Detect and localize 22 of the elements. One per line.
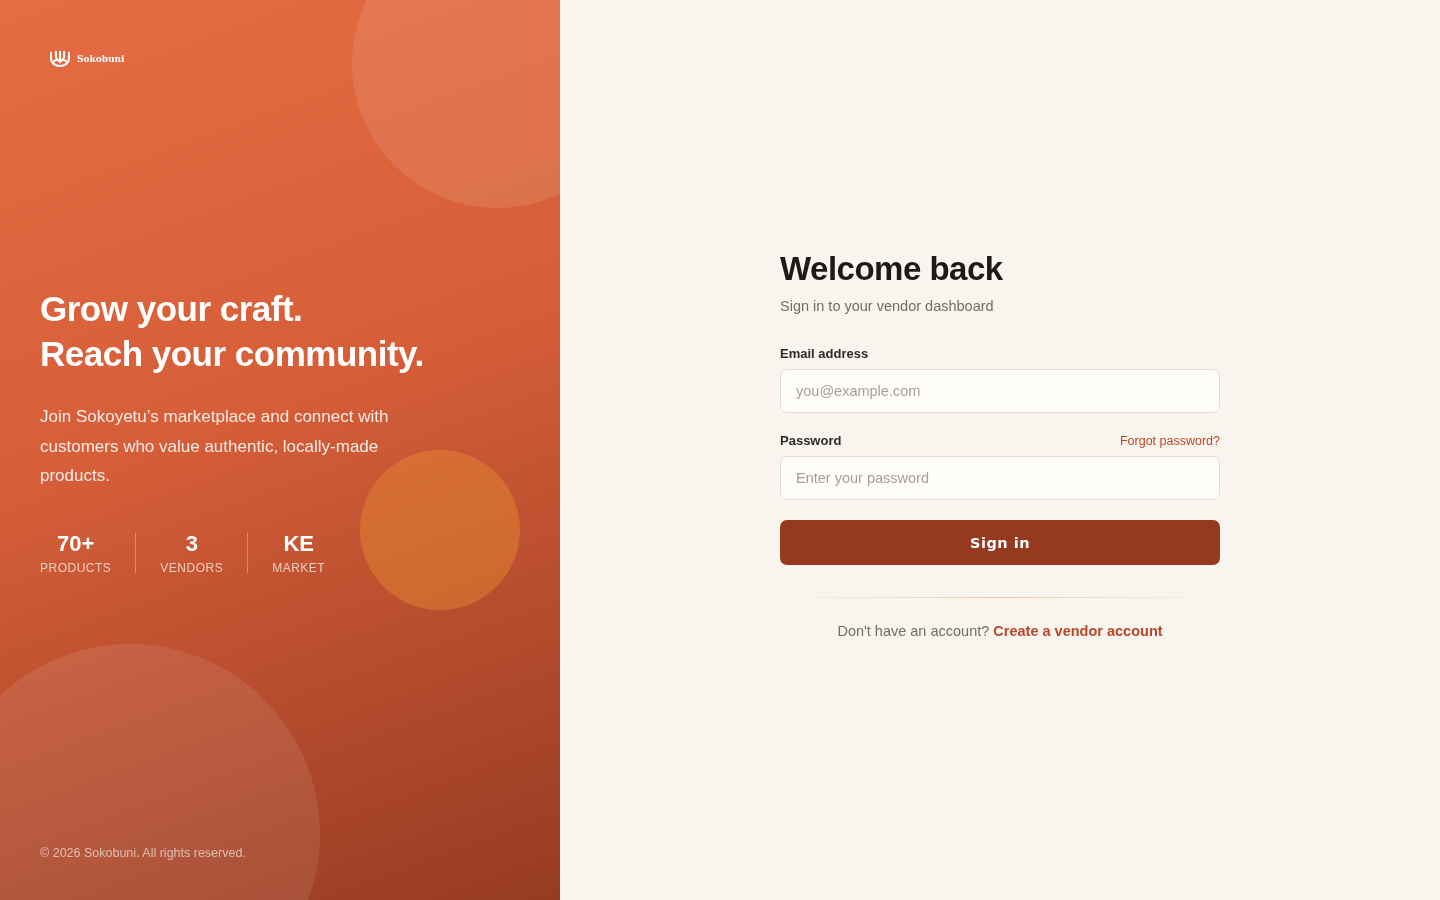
- logo-icon: [49, 50, 71, 68]
- hero-description: Join Sokoyetu’s marketplace and connect with customers who value authentic, locally-made products.: [40, 406, 390, 487]
- brand-name: Sokobuni: [77, 54, 125, 64]
- signup-link[interactable]: Create a vendor account: [993, 623, 1163, 639]
- stat-label: VENDORS: [160, 560, 224, 575]
- sign-in-button[interactable]: Sign in: [780, 520, 1220, 565]
- field-label: Password: [780, 433, 842, 448]
- copyright-text: © 2026 Sokobuni. All rights reserved.: [40, 846, 247, 860]
- stat-value: KE: [283, 530, 314, 557]
- stat-value: 3: [185, 530, 198, 557]
- field-label: Email address: [780, 346, 869, 361]
- form-title: Welcome back: [780, 250, 1004, 288]
- form-subtitle: Sign in to your vendor dashboard: [780, 298, 995, 314]
- headline: Grow your craft.: [40, 288, 304, 330]
- stat-label: PRODUCTS: [40, 560, 112, 575]
- signup-prompt: Don't have an account?: [837, 623, 990, 639]
- stat-value: 70+: [57, 530, 95, 557]
- headline: Reach your community.: [40, 333, 425, 375]
- input-field[interactable]: you@example.com: [780, 369, 1220, 413]
- input-field[interactable]: Enter your password: [780, 456, 1220, 500]
- forgot-password-link[interactable]: Forgot password?: [1119, 433, 1220, 448]
- stat-label: MARKET: [272, 560, 326, 575]
